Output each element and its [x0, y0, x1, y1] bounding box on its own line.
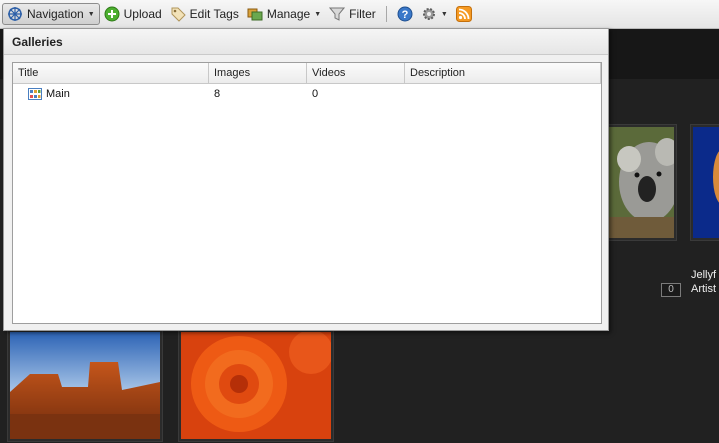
table-row[interactable]: Main 8 0	[13, 84, 601, 104]
rss-icon	[455, 6, 472, 22]
edit-tags-icon	[170, 6, 186, 22]
filter-label: Filter	[349, 7, 376, 21]
edit-tags-button[interactable]: Edit Tags	[166, 3, 243, 25]
thumbnail-flower[interactable]	[178, 329, 334, 442]
help-icon: ?	[397, 6, 413, 22]
chevron-down-icon: ▼	[87, 10, 95, 18]
toolbar-separator	[385, 6, 387, 22]
thumbnail-koala[interactable]	[604, 124, 677, 241]
filter-icon	[329, 6, 346, 22]
svg-text:?: ?	[401, 9, 408, 21]
upload-button[interactable]: Upload	[100, 3, 166, 25]
column-header-description[interactable]: Description	[405, 63, 601, 83]
upload-icon	[104, 6, 120, 22]
thumbnail-desert[interactable]	[7, 329, 163, 442]
rss-button[interactable]	[452, 3, 476, 25]
item-count-badge: 0	[661, 283, 681, 297]
settings-icon	[421, 6, 437, 22]
chevron-down-icon: ▼	[440, 10, 448, 18]
cell-images: 8	[214, 88, 221, 100]
cell-videos: 0	[312, 88, 319, 100]
chevron-down-icon: ▼	[314, 10, 322, 18]
main-toolbar: Navigation ▼ Upload Edit Tags Manage ▼ F…	[0, 0, 719, 29]
grid-header: Title Images Videos Description	[13, 63, 601, 84]
filter-button[interactable]: Filter	[325, 3, 380, 25]
cell-title: Main	[13, 88, 209, 100]
navigation-label: Navigation	[27, 7, 84, 21]
desert-image	[10, 332, 160, 439]
edit-tags-label: Edit Tags	[189, 7, 239, 21]
upload-label: Upload	[123, 7, 162, 21]
galleries-grid: Title Images Videos Description Main 8 0	[12, 62, 602, 324]
manage-icon	[247, 6, 263, 22]
jellyfish-image	[693, 127, 719, 238]
thumbnail-jellyfish[interactable]	[690, 124, 719, 241]
item-caption-title[interactable]: Jellyf	[691, 268, 716, 282]
navigation-icon	[7, 6, 23, 22]
gallery-icon	[28, 88, 42, 100]
help-button[interactable]: ?	[393, 3, 417, 25]
item-caption-artist: Artist	[691, 283, 717, 295]
panel-title: Galleries	[4, 29, 608, 55]
galleries-panel: Galleries Title Images Videos Descriptio…	[3, 28, 609, 331]
flower-image	[181, 332, 331, 439]
column-header-title[interactable]: Title	[13, 63, 209, 83]
settings-button[interactable]: ▼	[417, 3, 452, 25]
column-header-images[interactable]: Images	[209, 63, 307, 83]
column-header-videos[interactable]: Videos	[307, 63, 405, 83]
koala-image	[607, 127, 674, 238]
navigation-button[interactable]: Navigation ▼	[2, 3, 100, 25]
manage-label: Manage	[266, 7, 311, 21]
gallery-title: Main	[46, 88, 70, 100]
manage-button[interactable]: Manage ▼	[243, 3, 325, 25]
